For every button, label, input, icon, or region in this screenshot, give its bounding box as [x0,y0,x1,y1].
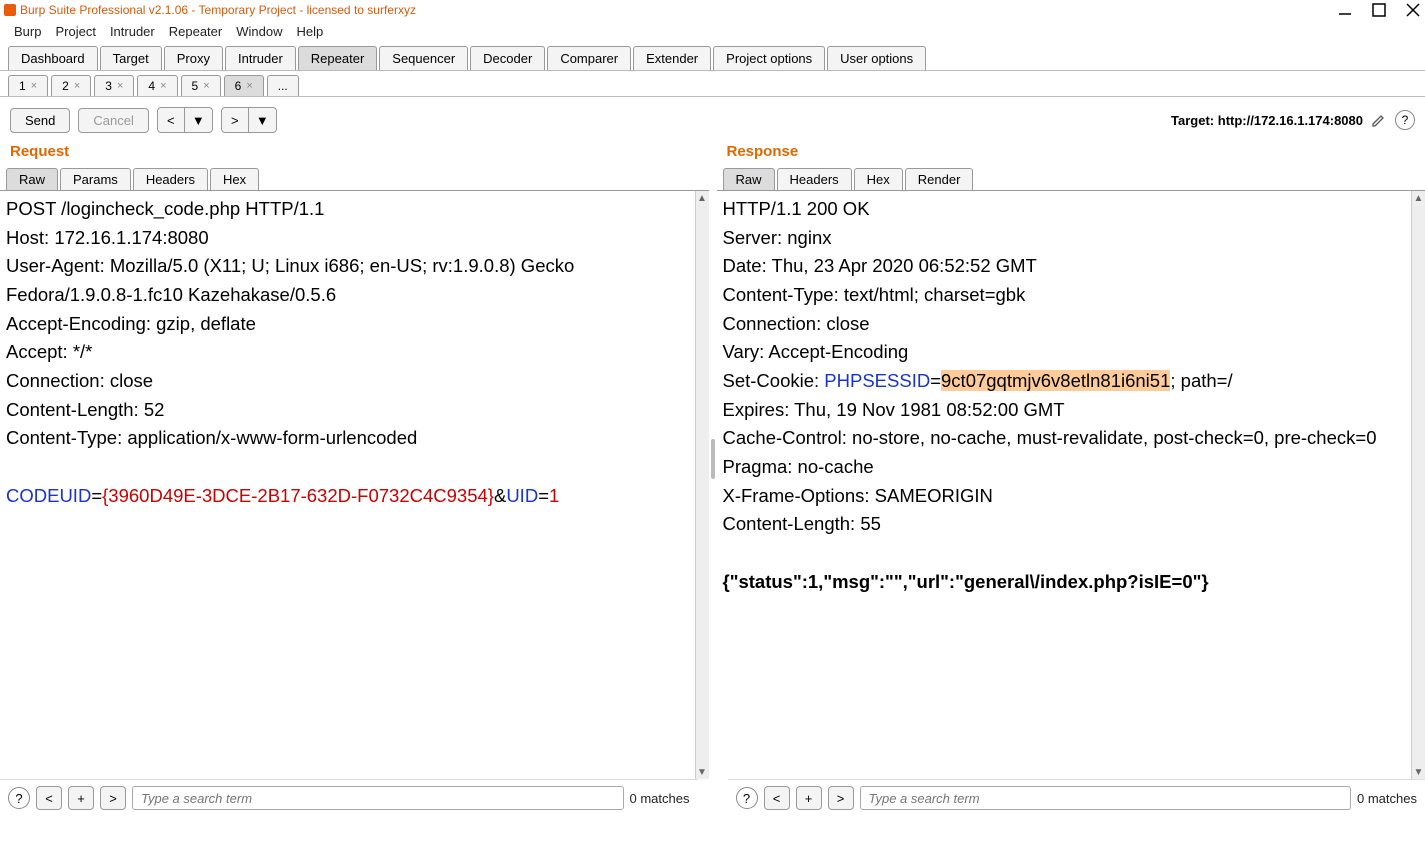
window-maximize-button[interactable] [1371,2,1387,18]
scroll-up-icon[interactable]: ▲ [696,191,709,205]
edit-target-icon[interactable] [1369,110,1389,130]
request-search-input[interactable] [132,786,624,810]
scroll-down-icon[interactable]: ▼ [696,765,709,779]
search-add-button[interactable]: + [796,786,822,810]
close-icon[interactable]: × [160,80,166,92]
response-tab-hex[interactable]: Hex [854,168,903,190]
response-tab-render[interactable]: Render [905,168,974,190]
tab-comparer[interactable]: Comparer [547,46,631,70]
menu-help[interactable]: Help [290,22,329,41]
request-raw-editor[interactable]: POST /logincheck_code.php HTTP/1.1 Host:… [0,191,695,779]
response-search-matches: 0 matches [1357,791,1417,806]
search-next-button[interactable]: > [100,786,126,810]
history-forward-button[interactable]: > [221,107,249,133]
tab-intruder[interactable]: Intruder [225,46,296,70]
repeater-tab-more[interactable]: ... [267,75,299,96]
pane-divider[interactable] [709,139,717,779]
tab-decoder[interactable]: Decoder [470,46,545,70]
repeater-tab-2[interactable]: 2× [51,75,91,96]
tab-proxy[interactable]: Proxy [164,46,223,70]
repeater-tab-6[interactable]: 6× [224,75,264,96]
search-add-button[interactable]: + [68,786,94,810]
close-icon[interactable]: × [117,80,123,92]
close-icon[interactable]: × [31,80,37,92]
response-search-input[interactable] [860,786,1352,810]
send-button[interactable]: Send [10,108,70,133]
cancel-button[interactable]: Cancel [78,108,148,133]
window-minimize-button[interactable] [1337,2,1353,18]
repeater-tab-1[interactable]: 1× [8,75,48,96]
tab-target[interactable]: Target [100,46,162,70]
request-tab-params[interactable]: Params [60,168,131,190]
request-tab-hex[interactable]: Hex [210,168,259,190]
history-back-button[interactable]: < [157,107,185,133]
repeater-actionbar: Send Cancel < ▼ > ▼ Target: http://172.1… [0,97,1425,139]
menu-window[interactable]: Window [230,22,288,41]
window-title: Burp Suite Professional v2.1.06 - Tempor… [20,3,416,17]
help-icon[interactable]: ? [1395,110,1415,130]
menu-repeater[interactable]: Repeater [163,22,228,41]
repeater-session-tabstrip: 1× 2× 3× 4× 5× 6× ... [0,71,1425,97]
menubar: Burp Project Intruder Repeater Window He… [0,20,1425,42]
response-tab-headers[interactable]: Headers [777,168,852,190]
window-titlebar: Burp Suite Professional v2.1.06 - Tempor… [0,0,1425,20]
menu-project[interactable]: Project [49,22,101,41]
tab-repeater[interactable]: Repeater [298,46,377,70]
response-pane: Response Raw Headers Hex Render HTTP/1.1… [717,139,1425,779]
history-forward-dropdown[interactable]: ▼ [249,107,277,133]
search-bars: ? < + > 0 matches ? < + > 0 matches [0,779,1425,816]
tab-sequencer[interactable]: Sequencer [379,46,468,70]
history-back-group: < ▼ [157,107,213,133]
request-view-tabs: Raw Params Headers Hex [0,168,709,190]
tab-dashboard[interactable]: Dashboard [8,46,98,70]
search-options-icon[interactable]: ? [8,787,30,809]
close-icon[interactable]: × [246,80,252,92]
request-tab-headers[interactable]: Headers [133,168,208,190]
response-tab-raw[interactable]: Raw [723,168,775,190]
request-title: Request [0,139,709,168]
request-tab-raw[interactable]: Raw [6,168,58,190]
app-logo-icon [4,4,16,16]
repeater-tab-5[interactable]: 5× [181,75,221,96]
tab-project-options[interactable]: Project options [713,46,825,70]
repeater-tab-3[interactable]: 3× [94,75,134,96]
search-options-icon[interactable]: ? [736,787,758,809]
search-prev-button[interactable]: < [764,786,790,810]
request-search-matches: 0 matches [630,791,690,806]
window-close-button[interactable] [1405,2,1421,18]
request-scrollbar[interactable]: ▲ ▼ [695,191,709,779]
tab-user-options[interactable]: User options [827,46,926,70]
search-next-button[interactable]: > [828,786,854,810]
response-view-tabs: Raw Headers Hex Render [717,168,1425,190]
history-back-dropdown[interactable]: ▼ [185,107,213,133]
scroll-up-icon[interactable]: ▲ [1412,191,1425,205]
request-pane: Request Raw Params Headers Hex POST /log… [0,139,709,779]
scroll-down-icon[interactable]: ▼ [1412,765,1425,779]
close-icon[interactable]: × [203,80,209,92]
repeater-tab-4[interactable]: 4× [137,75,177,96]
response-raw-viewer[interactable]: HTTP/1.1 200 OK Server: nginx Date: Thu,… [717,191,1412,779]
main-tabstrip: Dashboard Target Proxy Intruder Repeater… [0,42,1425,71]
menu-burp[interactable]: Burp [8,22,47,41]
menu-intruder[interactable]: Intruder [104,22,161,41]
history-forward-group: > ▼ [221,107,277,133]
request-response-split: Request Raw Params Headers Hex POST /log… [0,139,1425,779]
search-prev-button[interactable]: < [36,786,62,810]
close-icon[interactable]: × [74,80,80,92]
response-scrollbar[interactable]: ▲ ▼ [1411,191,1425,779]
tab-extender[interactable]: Extender [633,46,711,70]
response-title: Response [717,139,1425,168]
target-label: Target: http://172.16.1.174:8080 [1171,113,1363,128]
